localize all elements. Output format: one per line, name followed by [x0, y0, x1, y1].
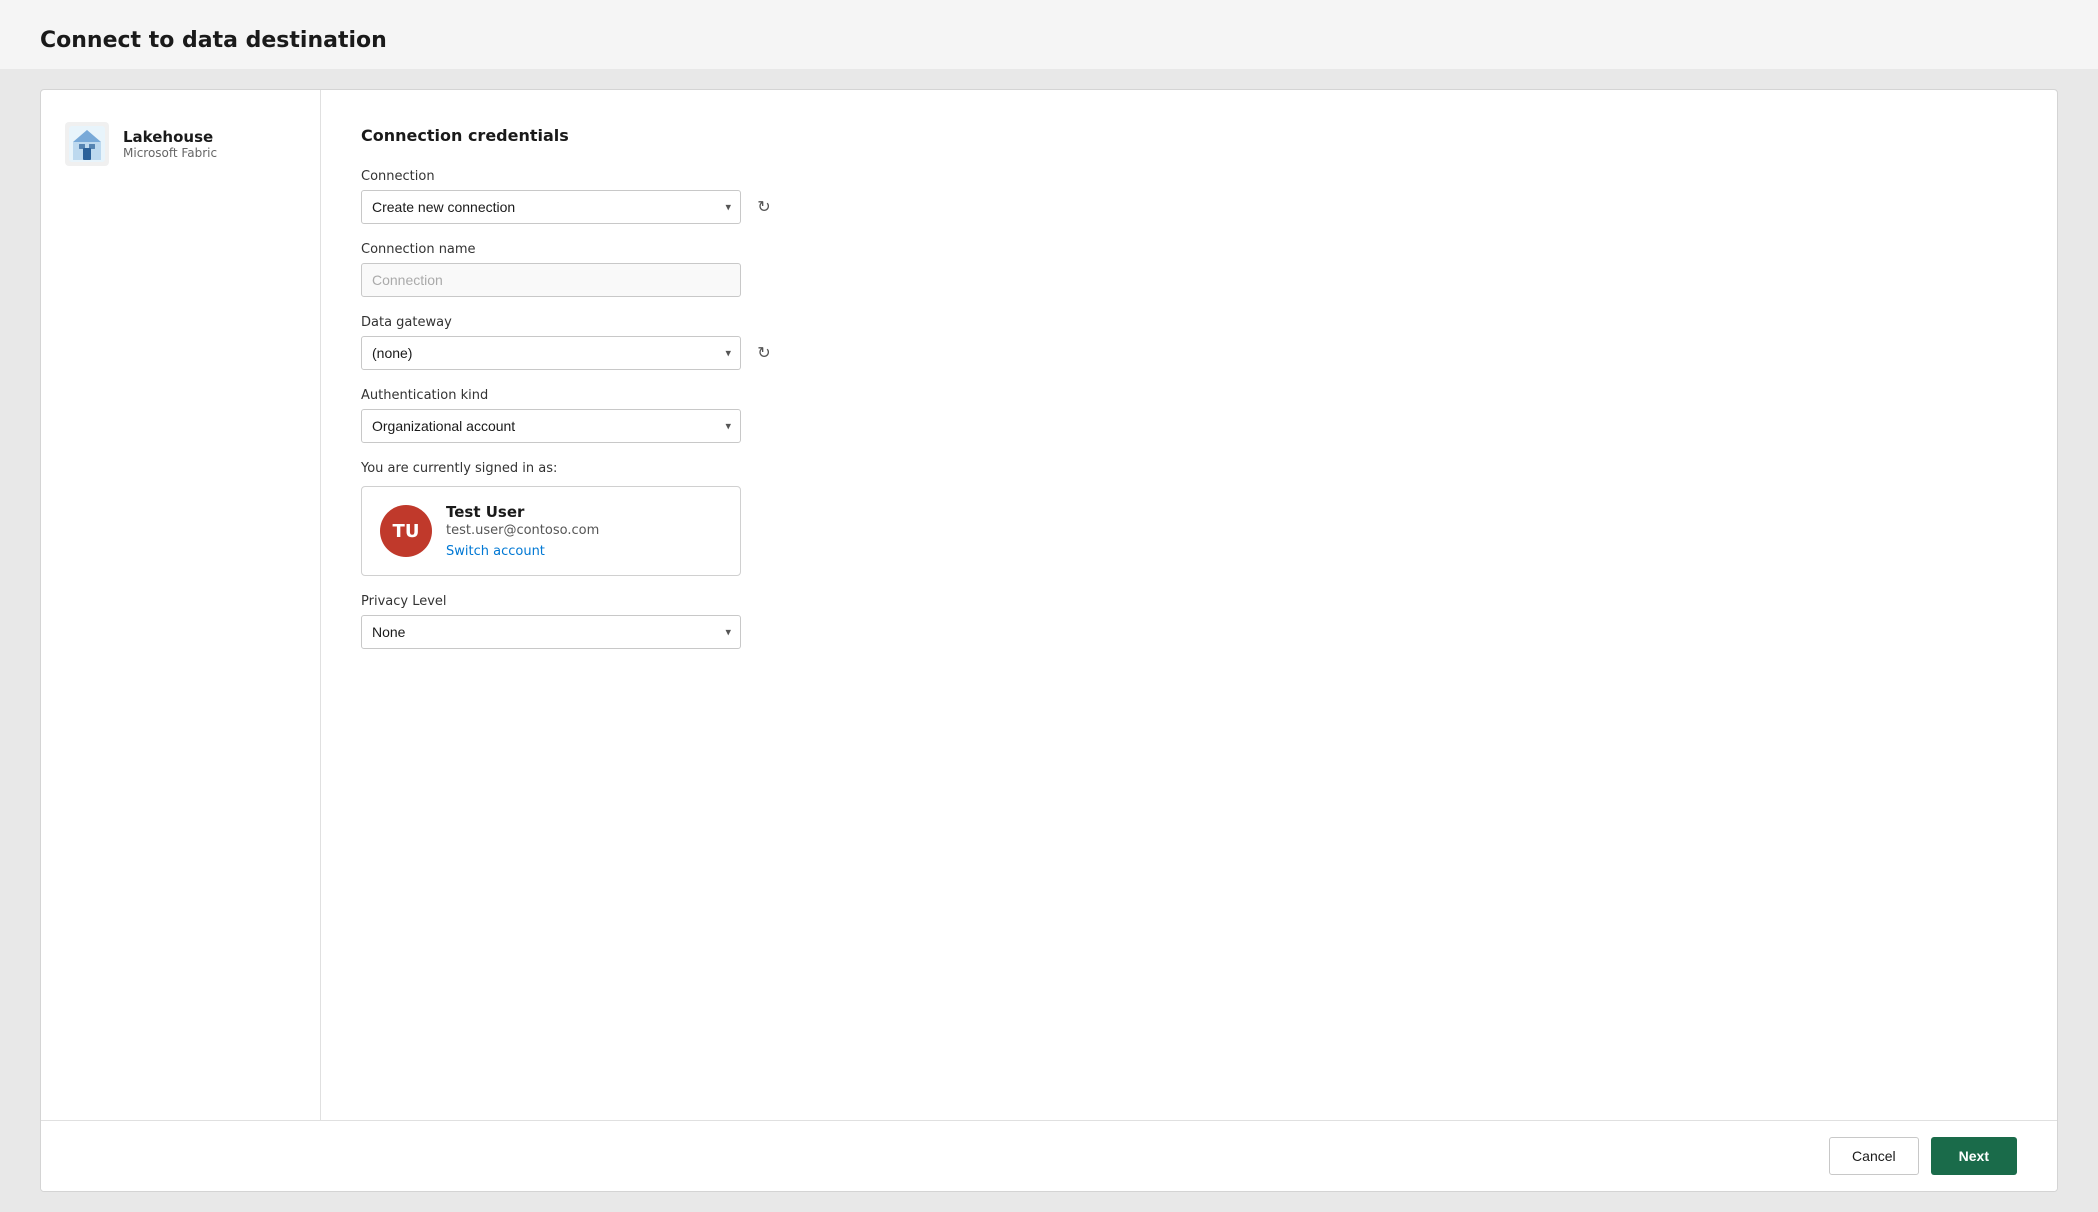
auth-kind-select[interactable]: Organizational account: [361, 409, 741, 443]
data-gateway-group: Data gateway (none) ▾ ↻: [361, 315, 2017, 370]
user-name: Test User: [446, 503, 599, 521]
connection-select-wrapper: Create new connection ▾: [361, 190, 741, 224]
user-info: Test User test.user@contoso.com Switch a…: [446, 503, 599, 559]
cancel-button[interactable]: Cancel: [1829, 1137, 1919, 1175]
sidebar-item-subtitle: Microsoft Fabric: [123, 146, 217, 160]
sidebar-item-title: Lakehouse: [123, 128, 217, 146]
connection-label: Connection: [361, 169, 2017, 184]
user-email: test.user@contoso.com: [446, 523, 599, 538]
content-area: Connection credentials Connection Create…: [321, 90, 2057, 1120]
lakehouse-icon: [65, 122, 109, 166]
privacy-level-select[interactable]: None: [361, 615, 741, 649]
connection-name-input[interactable]: [361, 263, 741, 297]
section-title: Connection credentials: [361, 126, 2017, 145]
data-gateway-label: Data gateway: [361, 315, 2017, 330]
sidebar-text: Lakehouse Microsoft Fabric: [123, 128, 217, 160]
auth-kind-group: Authentication kind Organizational accou…: [361, 388, 2017, 443]
connection-group: Connection Create new connection ▾ ↻: [361, 169, 2017, 224]
dialog-footer: Cancel Next: [41, 1120, 2057, 1191]
auth-kind-select-wrapper: Organizational account ▾: [361, 409, 741, 443]
privacy-level-group: Privacy Level None ▾: [361, 594, 2017, 649]
privacy-level-select-wrapper: None ▾: [361, 615, 741, 649]
connection-name-label: Connection name: [361, 242, 2017, 257]
sidebar: Lakehouse Microsoft Fabric: [41, 90, 321, 1120]
avatar: TU: [380, 505, 432, 557]
connection-refresh-button[interactable]: ↻: [749, 192, 779, 222]
connection-name-group: Connection name: [361, 242, 2017, 297]
signed-in-group: You are currently signed in as: TU Test …: [361, 461, 2017, 576]
data-gateway-select[interactable]: (none): [361, 336, 741, 370]
next-button[interactable]: Next: [1931, 1137, 2017, 1175]
sidebar-item-lakehouse: Lakehouse Microsoft Fabric: [65, 122, 296, 166]
data-gateway-refresh-button[interactable]: ↻: [749, 338, 779, 368]
auth-kind-label: Authentication kind: [361, 388, 2017, 403]
page-title: Connect to data destination: [40, 28, 387, 53]
privacy-level-label: Privacy Level: [361, 594, 2017, 609]
signed-in-label: You are currently signed in as:: [361, 461, 2017, 476]
user-card: TU Test User test.user@contoso.com Switc…: [361, 486, 741, 576]
switch-account-link[interactable]: Switch account: [446, 544, 599, 559]
data-gateway-select-wrapper: (none) ▾: [361, 336, 741, 370]
connection-select[interactable]: Create new connection: [361, 190, 741, 224]
